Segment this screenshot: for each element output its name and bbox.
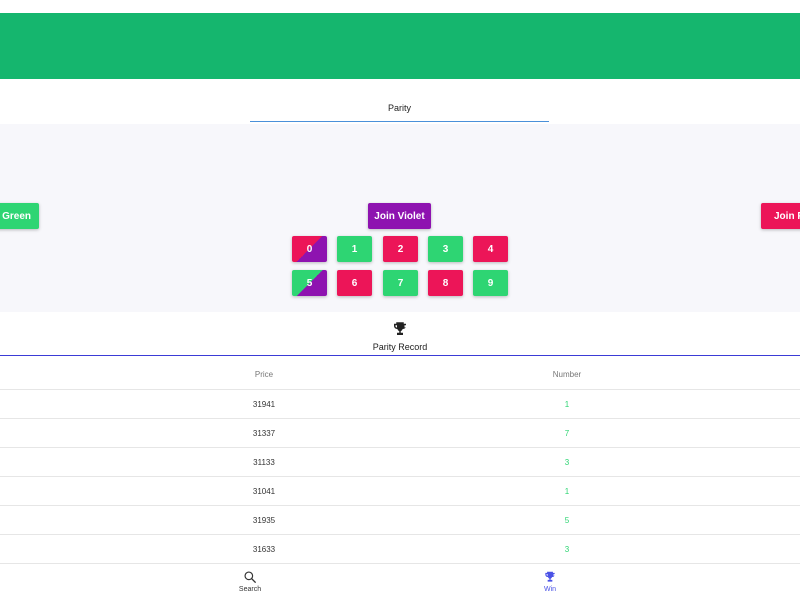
price-cell: 31935 [252, 515, 276, 525]
table-row: 31633 3 [0, 535, 800, 564]
number-button-8[interactable]: 8 [428, 270, 463, 296]
game-area: Join Green Join Violet Join Red 01234 567… [0, 124, 800, 312]
number-button-1[interactable]: 1 [337, 236, 372, 262]
table-body: 31941 1 31337 7 31133 3 31041 1 31935 5 31633 3 [0, 390, 800, 564]
bottom-nav: Search Win [0, 566, 800, 600]
number-button-4[interactable]: 4 [473, 236, 508, 262]
number-cell: 1 [564, 486, 570, 496]
price-cell: 31941 [252, 399, 276, 409]
number-button-0[interactable]: 0 [292, 236, 327, 262]
tab-parity[interactable]: Parity [250, 103, 549, 113]
nav-win-label: Win [543, 586, 557, 593]
nav-win[interactable]: Win [520, 570, 580, 593]
price-cell: 31041 [252, 486, 276, 496]
number-button-7[interactable]: 7 [383, 270, 418, 296]
record-table: Price Number 31941 1 31337 7 31133 3 31041 1 319… [0, 360, 800, 564]
nav-search[interactable]: Search [220, 570, 280, 593]
table-row: 31941 1 [0, 390, 800, 419]
number-cell: 1 [564, 399, 570, 409]
number-button-2[interactable]: 2 [383, 236, 418, 262]
table-row: 31935 5 [0, 506, 800, 535]
number-cell: 5 [564, 515, 570, 525]
price-cell: 31133 [253, 457, 275, 467]
price-cell: 31633 [252, 544, 276, 554]
top-banner [0, 13, 800, 79]
number-button-9[interactable]: 9 [473, 270, 508, 296]
table-row: 31337 7 [0, 419, 800, 448]
number-button-3[interactable]: 3 [428, 236, 463, 262]
number-cell: 7 [564, 428, 570, 438]
number-button-6[interactable]: 6 [337, 270, 372, 296]
tab-bar: Parity [0, 93, 800, 123]
join-red-button[interactable]: Join Red [761, 203, 800, 229]
price-cell: 31337 [252, 428, 276, 438]
search-icon [243, 570, 257, 584]
number-cell: 3 [564, 544, 570, 554]
table-row: 31133 3 [0, 448, 800, 477]
join-green-button[interactable]: Join Green [0, 203, 39, 229]
record-divider [0, 355, 800, 356]
number-button-5[interactable]: 5 [292, 270, 327, 296]
join-violet-button[interactable]: Join Violet [368, 203, 431, 229]
number-cell: 3 [564, 457, 570, 467]
nav-search-label: Search [238, 586, 262, 593]
table-row: 31041 1 [0, 477, 800, 506]
record-title: Parity Record [372, 342, 428, 352]
app-page: Parity Join Green Join Violet Join Red 0… [0, 0, 800, 600]
column-header-number: Number [552, 370, 582, 379]
trophy-icon [391, 320, 409, 338]
column-header-price: Price [254, 370, 274, 379]
tab-active-indicator [250, 121, 549, 122]
table-header-row: Price Number [0, 360, 800, 390]
record-header: Parity Record [0, 314, 800, 356]
trophy-icon [543, 570, 557, 584]
